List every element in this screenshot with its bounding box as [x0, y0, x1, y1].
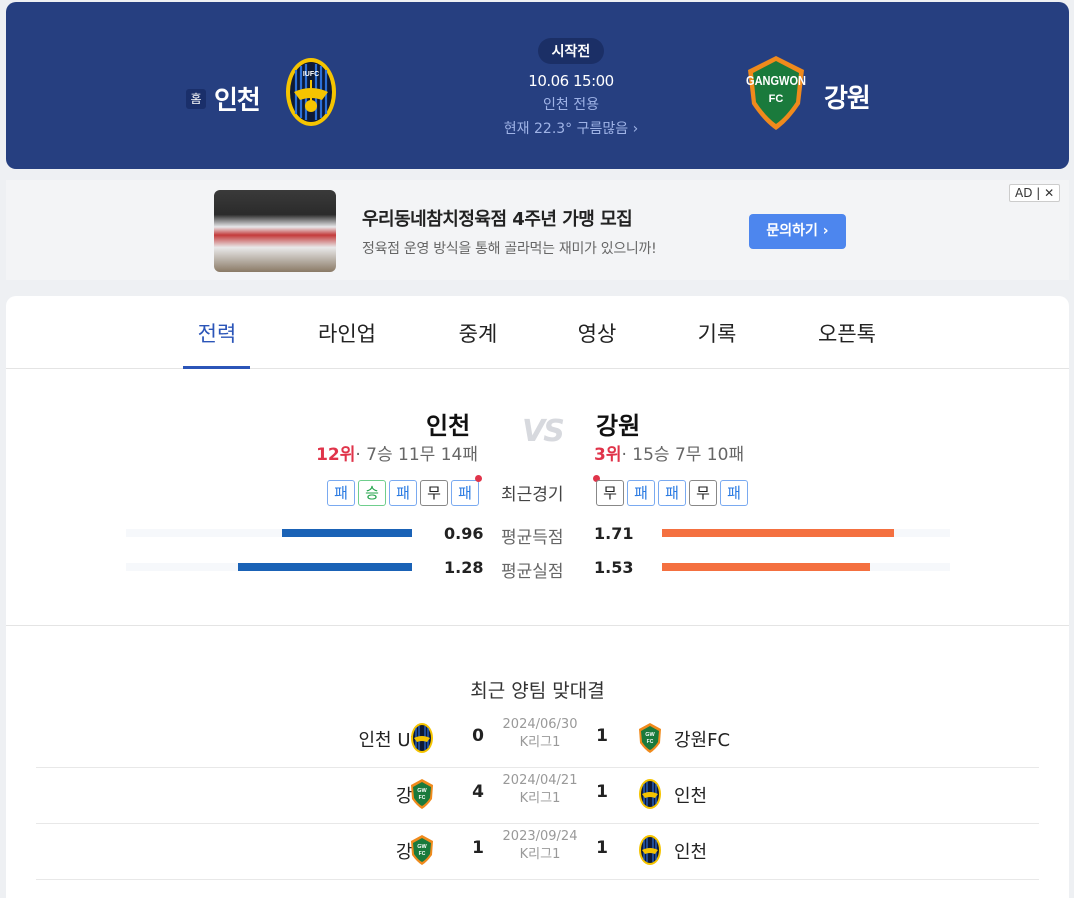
home-result: 승 [358, 480, 386, 506]
latest-match-dot [475, 475, 482, 482]
h2h-right-team[interactable]: 강원FC [674, 726, 730, 752]
away-result: 무 [689, 480, 717, 506]
incheon-logo-icon [408, 722, 436, 754]
home-result: 무 [420, 480, 448, 506]
away-result: 패 [658, 480, 686, 506]
h2h-league: K리그1 [519, 791, 561, 806]
match-header: 홈 인천 IUFC 시작전 10.06 15:00 인천 전용 현재 22.3°… [6, 2, 1069, 169]
home-record: · 7승 11무 14패 [355, 445, 478, 465]
tab-open-talk[interactable]: 오픈톡 [812, 318, 882, 348]
match-info: 시작전 10.06 15:00 인천 전용 현재 22.3° 구름많음 › [446, 38, 696, 138]
ad-image[interactable] [214, 190, 336, 272]
h2h-date: 2023/09/24 [502, 829, 578, 844]
home-recent-results: 패 승 패 무 패 [327, 480, 479, 506]
away-result: 패 [627, 480, 655, 506]
away-recent-results: 무 패 패 무 패 [596, 480, 748, 506]
home-avg-goals: 0.96 [444, 524, 484, 543]
h2h-left-score: 1 [472, 838, 484, 858]
h2h-match-meta: 2023/09/24 K리그1 [494, 828, 586, 864]
away-record: · 15승 7무 10패 [621, 445, 745, 465]
svg-text:GANGWON: GANGWON [746, 73, 806, 88]
away-avg-goals: 1.71 [594, 524, 634, 543]
h2h-league: K리그1 [519, 735, 561, 750]
h2h-match-row[interactable]: 강원GWFC12023/09/24K리그11인천 [36, 824, 1039, 880]
h2h-right-score: 1 [596, 726, 608, 746]
home-rank: 12위 [316, 445, 356, 465]
home-team-name[interactable]: 인천 [214, 80, 261, 117]
incheon-logo-icon [636, 834, 664, 866]
incheon-logo-icon [636, 778, 664, 810]
away-team-name[interactable]: 강원 [824, 84, 871, 114]
away-result: 패 [720, 480, 748, 506]
away-rank-record: 3위· 15승 7무 10패 [594, 440, 744, 465]
svg-text:FC: FC [419, 795, 426, 801]
h2h-league: K리그1 [519, 847, 561, 862]
gangwon-logo-icon[interactable]: GANGWON FC [740, 52, 812, 132]
home-avg-goals-bar [282, 529, 412, 537]
ad-description[interactable]: 정육점 운영 방식을 통해 골라먹는 재미가 있으니까! [362, 238, 657, 258]
home-avg-conceded-bar [238, 563, 412, 571]
h2h-date: 2024/06/30 [502, 717, 578, 732]
incheon-logo-icon[interactable]: IUFC [284, 56, 338, 128]
h2h-date: 2024/04/21 [502, 773, 578, 788]
avg-conceded-label: 평균실점 [501, 562, 564, 582]
vs-label: VS [522, 414, 565, 449]
avg-goals-label: 평균득점 [501, 528, 564, 548]
home-result: 패 [451, 480, 479, 506]
main-panel: 전력 라인업 중계 영상 기록 오픈톡 인천 VS 강원 12위· 7승 11무… [6, 296, 1069, 898]
section-divider [6, 625, 1069, 626]
match-venue: 인천 전용 [543, 97, 599, 113]
h2h-right-score: 1 [596, 782, 608, 802]
status-badge: 시작전 [537, 38, 605, 64]
h2h-left-score: 0 [472, 726, 484, 746]
h2h-left-score: 4 [472, 782, 484, 802]
svg-text:FC: FC [769, 93, 784, 105]
home-avg-conceded: 1.28 [444, 558, 484, 577]
match-datetime: 10.06 15:00 [528, 72, 614, 90]
tab-video[interactable]: 영상 [562, 318, 632, 348]
away-rank: 3위 [594, 445, 622, 465]
gangwon-logo-icon: GW FC [636, 722, 664, 754]
ad-inquire-button[interactable]: 문의하기 › [749, 214, 846, 249]
away-avg-goals-bar [662, 529, 894, 537]
h2h-right-team[interactable]: 인천 [674, 838, 707, 864]
h2h-match-meta: 2024/06/30 K리그1 [494, 716, 586, 752]
svg-text:GW: GW [417, 788, 427, 794]
svg-text:GW: GW [417, 844, 427, 850]
gangwon-logo-icon: GW FC [408, 778, 436, 810]
h2h-match-row[interactable]: 강원GWFC42024/04/21K리그11인천 [36, 768, 1039, 824]
svg-text:GW: GW [645, 732, 655, 738]
home-team[interactable]: 홈 인천 [186, 80, 261, 117]
home-result: 패 [389, 480, 417, 506]
svg-text:FC: FC [419, 851, 426, 857]
weather-link[interactable]: 현재 22.3° 구름많음 › [446, 118, 696, 138]
tab-broadcast[interactable]: 중계 [443, 318, 513, 348]
home-badge: 홈 [186, 88, 206, 109]
away-result: 무 [596, 480, 624, 506]
ad-title[interactable]: 우리동네참치정육점 4주년 가맹 모집 [362, 205, 633, 231]
tab-lineup-strength[interactable]: 전력 [182, 318, 252, 348]
svg-text:FC: FC [647, 739, 654, 745]
ad-close-button[interactable]: AD | ✕ [1009, 184, 1061, 202]
tab-records[interactable]: 기록 [682, 318, 752, 348]
gangwon-logo-icon: GW FC [408, 834, 436, 866]
home-rank-record: 12위· 7승 11무 14패 [316, 440, 478, 465]
away-avg-conceded: 1.53 [594, 558, 634, 577]
h2h-right-score: 1 [596, 838, 608, 858]
active-tab-indicator [183, 366, 250, 369]
ad-banner[interactable]: 우리동네참치정육점 4주년 가맹 모집 정육점 운영 방식을 통해 골라먹는 재… [6, 180, 1069, 280]
h2h-match-meta: 2024/04/21 K리그1 [494, 772, 586, 808]
home-result: 패 [327, 480, 355, 506]
recent-matches-label: 최근경기 [501, 485, 564, 505]
tab-bar: 전력 라인업 중계 영상 기록 오픈톡 [6, 296, 1069, 369]
compare-away-name: 강원 [596, 412, 641, 440]
h2h-title: 최근 양팀 맞대결 [470, 680, 605, 702]
tab-lineup[interactable]: 라인업 [312, 318, 382, 348]
svg-text:IUFC: IUFC [303, 71, 319, 78]
away-avg-conceded-bar [662, 563, 870, 571]
h2h-match-row[interactable]: 인천 Utd 0 2024/06/30 K리그1 1 GW FC 강원FC [36, 712, 1039, 768]
away-team[interactable]: 강원 [824, 78, 871, 115]
h2h-right-team[interactable]: 인천 [674, 782, 707, 808]
compare-home-name: 인천 [426, 412, 471, 440]
